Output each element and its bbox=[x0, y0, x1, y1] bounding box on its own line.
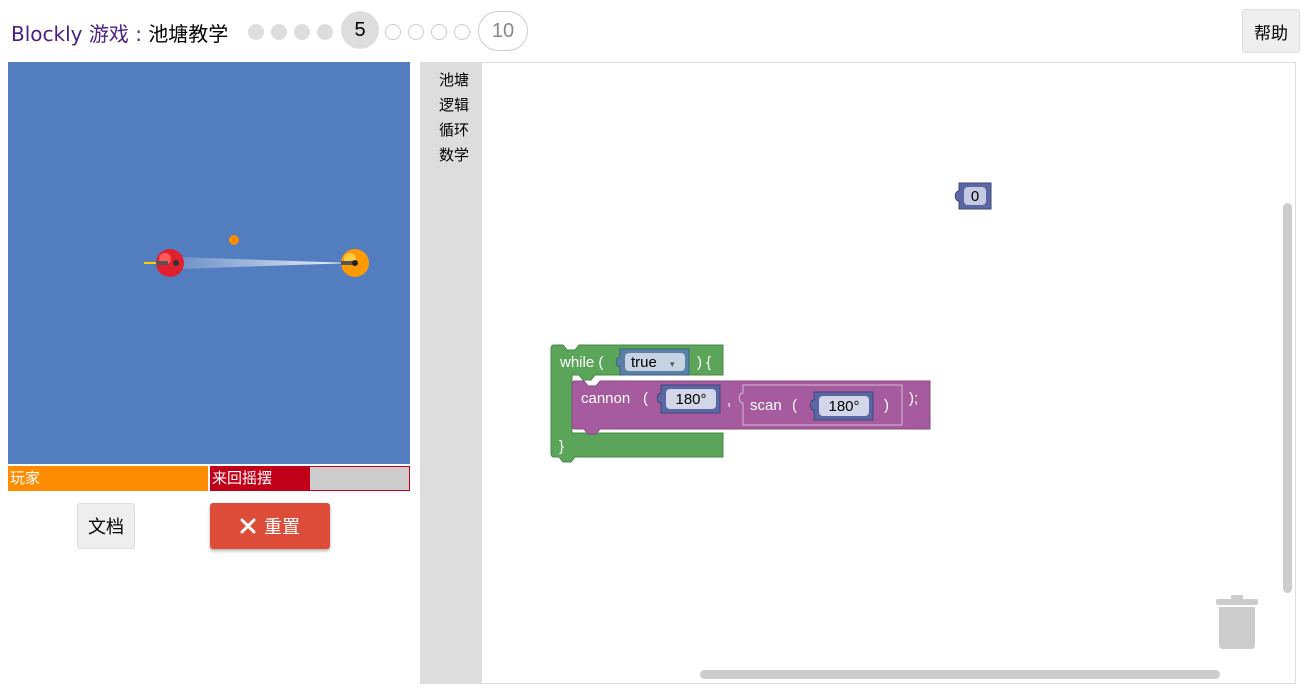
scan-block[interactable]: scan ( 180° ) bbox=[738, 384, 903, 426]
statement-end: ); bbox=[909, 390, 918, 407]
workspace-vertical-scrollbar[interactable] bbox=[1283, 203, 1292, 593]
while-close-paren: ) { bbox=[697, 354, 711, 371]
workspace-horizontal-scrollbar[interactable] bbox=[700, 670, 1220, 679]
scan-angle-value[interactable]: 180° bbox=[828, 398, 859, 415]
app-name-link[interactable]: Blockly 游戏 bbox=[11, 22, 129, 46]
player-duck-icon bbox=[341, 249, 369, 277]
pond-scene bbox=[144, 235, 369, 277]
scan-beam bbox=[178, 257, 353, 269]
number-block[interactable]: 0 bbox=[954, 182, 992, 210]
scan-label: scan bbox=[750, 397, 782, 414]
while-end-brace: } bbox=[559, 438, 564, 455]
trash-can-icon[interactable] bbox=[1216, 595, 1258, 649]
cannon-label: cannon bbox=[581, 390, 630, 407]
scan-paren-open: ( bbox=[792, 397, 797, 414]
cannon-angle-block[interactable]: 180° bbox=[656, 384, 721, 414]
level-dot-7[interactable] bbox=[408, 24, 424, 40]
dropdown-arrow-icon[interactable]: ▾ bbox=[670, 360, 675, 370]
reset-button[interactable]: 重置 bbox=[210, 503, 330, 549]
current-level-indicator[interactable]: 5 bbox=[341, 11, 379, 49]
level-dot-9[interactable] bbox=[454, 24, 470, 40]
enemy-duck-icon bbox=[144, 249, 184, 277]
title-separator: : bbox=[128, 22, 149, 46]
close-icon bbox=[240, 518, 256, 534]
while-keyword: while ( bbox=[559, 354, 603, 371]
last-level-indicator[interactable]: 10 bbox=[478, 11, 528, 51]
level-dot-3[interactable] bbox=[294, 24, 310, 40]
scan-angle-block[interactable]: 180° bbox=[809, 391, 874, 421]
player-health-bar: 玩家 bbox=[8, 466, 208, 491]
boolean-block[interactable]: true ▾ bbox=[615, 348, 690, 376]
reset-label: 重置 bbox=[264, 517, 300, 538]
pond-canvas bbox=[8, 62, 410, 464]
level-dot-4[interactable] bbox=[317, 24, 333, 40]
enemy-health-bar: 来回摇摆 bbox=[210, 466, 410, 491]
help-button[interactable]: 帮助 bbox=[1242, 9, 1300, 53]
docs-button[interactable]: 文档 bbox=[77, 503, 135, 549]
blockly-workspace[interactable]: 池塘 逻辑 循环 数学 0 while ( true ▾ ) { } canno… bbox=[420, 62, 1296, 684]
cannon-comma: , bbox=[727, 392, 731, 409]
level-dot-6[interactable] bbox=[385, 24, 401, 40]
level-name: 池塘教学 bbox=[148, 22, 229, 46]
scan-paren-close: ) bbox=[884, 397, 889, 414]
cannon-paren-open: ( bbox=[643, 390, 648, 407]
number-value[interactable]: 0 bbox=[971, 188, 979, 205]
cannon-angle-value[interactable]: 180° bbox=[675, 391, 706, 408]
level-dot-8[interactable] bbox=[431, 24, 447, 40]
level-dot-1[interactable] bbox=[248, 24, 264, 40]
enemy-label: 来回摇摆 bbox=[212, 469, 273, 487]
cannon-block[interactable]: cannon ( 180° , scan ( 180° ) ); bbox=[571, 380, 931, 435]
page-title: Blockly 游戏 : 池塘教学 bbox=[11, 18, 228, 47]
missile-icon bbox=[229, 235, 239, 245]
player-label: 玩家 bbox=[10, 469, 41, 487]
boolean-value[interactable]: true bbox=[631, 354, 657, 371]
block-canvas: 0 while ( true ▾ ) { } cannon ( 180° , s… bbox=[550, 182, 1258, 649]
level-dot-2[interactable] bbox=[271, 24, 287, 40]
